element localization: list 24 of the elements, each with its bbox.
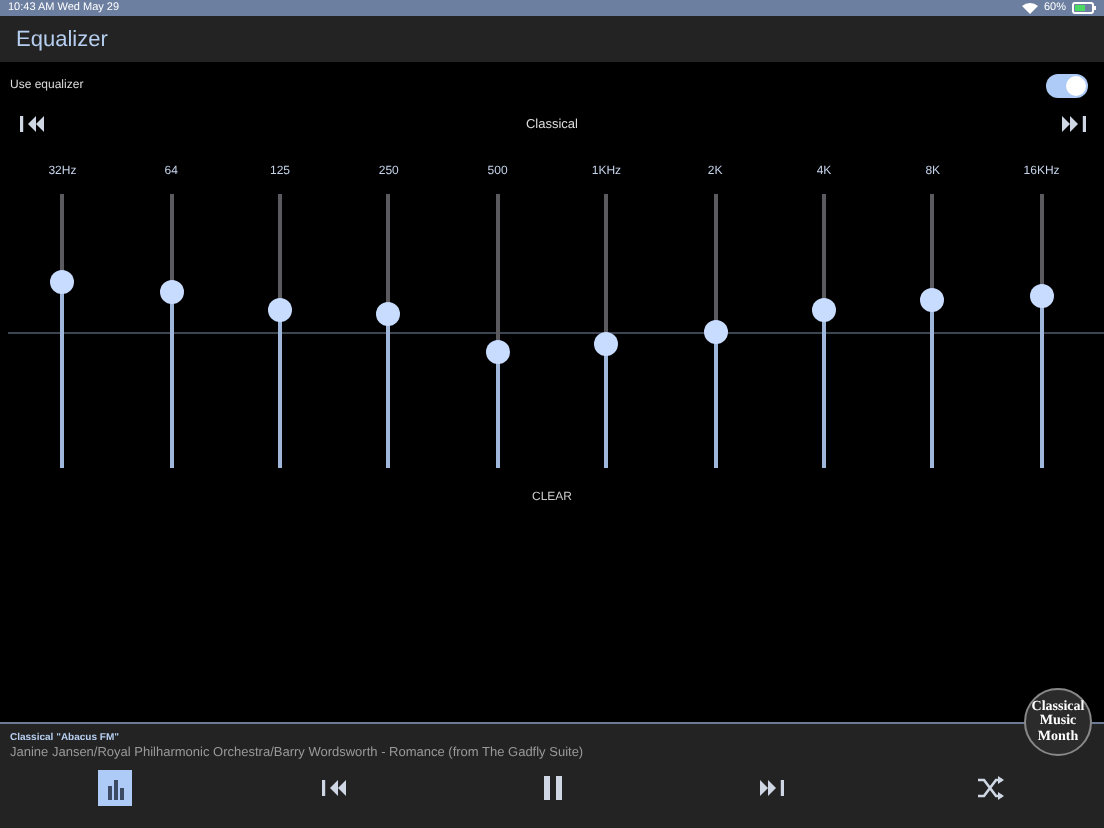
next-icon [1057,114,1086,134]
previous-icon [18,114,46,134]
pause-icon [541,776,563,800]
slider-thumb[interactable] [703,319,728,343]
screen-title: Equalizer [16,27,108,51]
next-icon [756,778,785,798]
slider-thumb[interactable] [267,297,292,322]
slider-thumb[interactable] [376,302,401,327]
toggle-switch[interactable] [1046,74,1088,98]
slider-thumb[interactable] [159,280,184,305]
slider-thumb[interactable] [1029,283,1054,308]
equalizer-button[interactable] [98,770,132,806]
slider-thumb[interactable] [920,288,945,313]
slider-thumb[interactable] [811,297,836,322]
wifi-icon [1021,2,1038,14]
slider-thumb[interactable] [594,332,619,357]
previous-icon [319,778,348,798]
shuffle-button[interactable] [972,770,1006,806]
shuffle-icon [975,776,1003,800]
slider-thumb[interactable] [485,340,510,365]
previous-preset-button[interactable] [16,112,48,136]
slider-thumb[interactable] [50,269,75,294]
bar-chart-icon [103,776,127,800]
battery-icon [1072,2,1096,14]
